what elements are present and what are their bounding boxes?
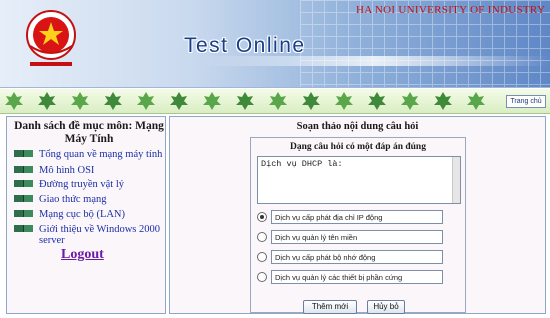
answer-input-4[interactable]: Dịch vụ quản lý các thiết bị phần cứng	[271, 270, 443, 284]
answer-row-1: Dịch vụ cấp phát địa chỉ IP động	[257, 210, 461, 224]
answer-radio-1[interactable]	[257, 212, 267, 222]
leaf-icon	[335, 92, 353, 110]
add-question-button[interactable]: Thêm mới	[303, 300, 357, 314]
book-icon	[14, 195, 33, 202]
answer-radio-4[interactable]	[257, 272, 267, 282]
home-button[interactable]: Trang chủ	[506, 95, 546, 108]
question-textarea[interactable]: Dịch vụ DHCP là:	[257, 156, 461, 204]
leaf-icon	[269, 92, 287, 110]
leaf-icon	[203, 92, 221, 110]
leaf-pattern	[5, 92, 485, 110]
leaf-icon	[302, 92, 320, 110]
leaf-icon	[5, 92, 23, 110]
answer-row-4: Dịch vụ quản lý các thiết bị phần cứng	[257, 270, 461, 284]
sidebar-item-topic-6[interactable]: Giới thiệu về Windows 2000 server	[13, 224, 165, 248]
textarea-scrollbar[interactable]	[452, 157, 460, 203]
leaf-icon	[104, 92, 122, 110]
sidebar-title: Danh sách đề mục môn: Mạng Máy Tính	[14, 120, 164, 145]
editor-title: Soạn thảo nội dung câu hỏi	[296, 121, 419, 132]
decorative-leaf-bar: Trang chủ	[0, 89, 550, 114]
cancel-button[interactable]: Hủy bỏ	[367, 300, 405, 314]
leaf-icon	[467, 92, 485, 110]
sidebar-item-label: Giao thức mạng	[39, 194, 107, 205]
leaf-icon	[236, 92, 254, 110]
sidebar-item-label: Mô hình OSI	[39, 165, 95, 176]
sidebar-item-label: Mạng cục bộ (LAN)	[39, 209, 126, 220]
leaf-icon	[401, 92, 419, 110]
book-icon	[14, 166, 33, 173]
sidebar-item-label: Giới thiệu về Windows 2000 server	[39, 224, 161, 246]
answer-input-1[interactable]: Dịch vụ cấp phát địa chỉ IP động	[271, 210, 443, 224]
question-text: Dịch vụ DHCP là:	[261, 159, 343, 169]
question-type-label: Dạng câu hỏi có một đáp án đúng	[290, 142, 426, 152]
university-name: HA NOI UNIVERSITY OF INDUSTRY	[356, 4, 546, 16]
leaf-icon	[71, 92, 89, 110]
topic-sidebar: Danh sách đề mục môn: Mạng Máy Tính Tổng…	[6, 116, 166, 314]
book-icon	[14, 210, 33, 217]
leaf-icon	[170, 92, 188, 110]
leaf-icon	[368, 92, 386, 110]
book-icon	[14, 150, 33, 157]
sidebar-item-label: Đường truyền vật lý	[39, 179, 125, 190]
answer-radio-3[interactable]	[257, 252, 267, 262]
sidebar-item-label: Tổng quan về mạng máy tính	[39, 149, 163, 160]
question-editor-panel: Soạn thảo nội dung câu hỏi Dạng câu hỏi …	[169, 116, 546, 314]
answer-input-3[interactable]: Dịch vụ cấp phát bộ nhớ động	[271, 250, 443, 264]
leaf-icon	[137, 92, 155, 110]
leaf-icon	[434, 92, 452, 110]
answer-radio-2[interactable]	[257, 232, 267, 242]
header-banner: HA NOI UNIVERSITY OF INDUSTRY Test Onlin…	[0, 0, 550, 88]
question-form: Dạng câu hỏi có một đáp án đúng Dịch vụ …	[250, 137, 466, 314]
answer-input-2[interactable]: Dịch vụ quản lý tên miền	[271, 230, 443, 244]
book-icon	[14, 180, 33, 187]
app-title: Test Online	[184, 34, 306, 57]
logout-link[interactable]: Logout	[61, 247, 104, 263]
university-logo	[26, 10, 76, 66]
answer-row-2: Dịch vụ quản lý tên miền	[257, 230, 461, 244]
book-icon	[14, 225, 33, 232]
leaf-icon	[38, 92, 56, 110]
answer-row-3: Dịch vụ cấp phát bộ nhớ động	[257, 250, 461, 264]
